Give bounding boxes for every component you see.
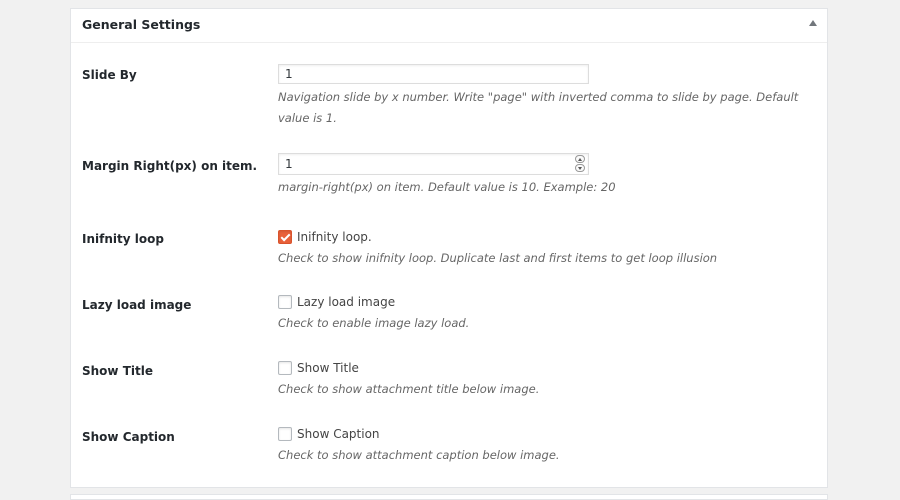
show-caption-check-line: Show Caption	[278, 426, 818, 442]
next-panel-edge	[70, 494, 828, 500]
show-caption-checkbox[interactable]	[278, 427, 292, 441]
slide-by-description: Navigation slide by x number. Write "pag…	[278, 90, 799, 125]
show-caption-field: Show Caption Check to show attachment ca…	[278, 426, 818, 466]
show-title-description: Check to show attachment title below ima…	[278, 382, 540, 396]
margin-right-label: Margin Right(px) on item.	[82, 159, 258, 173]
lazy-load-label: Lazy load image	[82, 298, 192, 312]
show-caption-label: Show Caption	[82, 430, 175, 444]
show-title-label: Show Title	[82, 364, 153, 378]
slide-by-field: Navigation slide by x number. Write "pag…	[278, 63, 818, 129]
margin-right-description: margin-right(px) on item. Default value …	[278, 180, 616, 194]
show-title-check-line: Show Title	[278, 360, 818, 376]
slide-by-input[interactable]	[278, 64, 589, 84]
general-settings-panel: General Settings Slide By Navigation sli…	[70, 8, 828, 488]
margin-right-stepper	[575, 155, 585, 173]
margin-right-number-wrap	[278, 153, 589, 175]
lazy-load-description: Check to enable image lazy load.	[278, 316, 470, 330]
infinity-loop-description: Check to show inifnity loop. Duplicate l…	[278, 251, 718, 265]
collapse-toggle-icon[interactable]	[809, 20, 817, 26]
infinity-loop-check-line: Inifnity loop.	[278, 229, 818, 245]
show-title-field: Show Title Check to show attachment titl…	[278, 360, 818, 400]
lazy-load-check-line: Lazy load image	[278, 294, 818, 310]
slide-by-label: Slide By	[82, 68, 137, 82]
lazy-load-field: Lazy load image Check to enable image la…	[278, 294, 818, 334]
lazy-load-checkbox[interactable]	[278, 295, 292, 309]
show-title-checkbox[interactable]	[278, 361, 292, 375]
panel-title: General Settings	[82, 17, 201, 32]
show-title-checkbox-label[interactable]: Show Title	[297, 361, 359, 375]
margin-right-field: margin-right(px) on item. Default value …	[278, 153, 818, 198]
margin-right-input[interactable]	[278, 153, 589, 175]
infinity-loop-checkbox-label[interactable]: Inifnity loop.	[297, 230, 372, 244]
infinity-loop-label: Inifnity loop	[82, 232, 164, 246]
show-caption-description: Check to show attachment caption below i…	[278, 448, 560, 462]
stepper-down-icon[interactable]	[575, 164, 585, 172]
show-caption-checkbox-label[interactable]: Show Caption	[297, 427, 380, 441]
infinity-loop-checkbox[interactable]	[278, 230, 292, 244]
infinity-loop-field: Inifnity loop. Check to show inifnity lo…	[278, 229, 818, 269]
lazy-load-checkbox-label[interactable]: Lazy load image	[297, 295, 395, 309]
panel-header[interactable]: General Settings	[71, 9, 827, 43]
stepper-up-icon[interactable]	[575, 155, 585, 163]
